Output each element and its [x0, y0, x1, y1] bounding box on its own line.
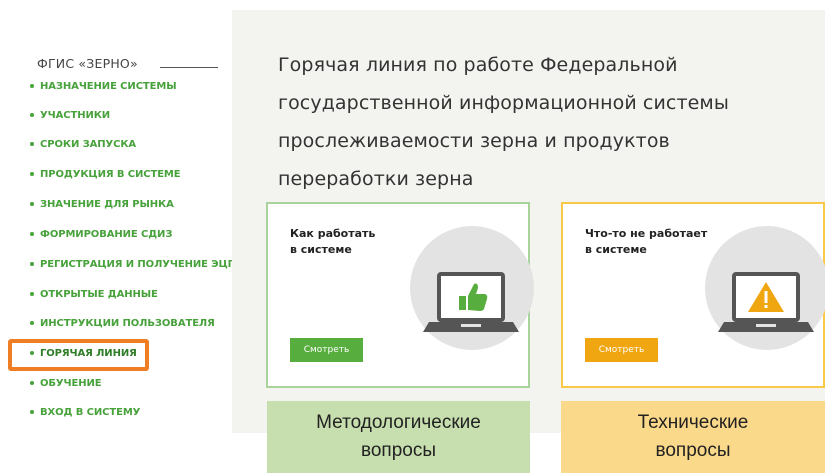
- sidebar-item-login[interactable]: ВХОД В СИСТЕМУ: [27, 404, 140, 420]
- sidebar-item-label: РЕГИСТРАЦИЯ И ПОЛУЧЕНИЕ ЭЦП: [40, 258, 236, 270]
- sidebar-item-launch-dates[interactable]: СРОКИ ЗАПУСКА: [27, 136, 136, 152]
- bullet-icon: [30, 232, 34, 236]
- card-not-working[interactable]: Что-то не работает в системе Смотреть: [561, 202, 825, 388]
- bullet-icon: [30, 410, 34, 414]
- caption-line: вопросы: [360, 440, 436, 461]
- page-title-line: государственной информационной системы: [278, 92, 729, 114]
- bullet-icon: [30, 321, 34, 325]
- card-how-to-work[interactable]: Как работать в системе Смотреть: [266, 202, 534, 388]
- sidebar-item-label: ОБУЧЕНИЕ: [40, 377, 102, 389]
- bullet-icon: [30, 292, 34, 296]
- sidebar-item-label: ОТКРЫТЫЕ ДАННЫЕ: [40, 288, 158, 300]
- sidebar-item-label: ПРОДУКЦИЯ В СИСТЕМЕ: [40, 168, 181, 180]
- card-title-line: в системе: [585, 243, 647, 256]
- bullet-icon: [30, 113, 34, 117]
- sidebar: ФГИС «ЗЕРНО» НАЗНАЧЕНИЕ СИСТЕМЫ УЧАСТНИК…: [0, 0, 236, 473]
- card-title-line: Как работать: [290, 227, 376, 240]
- page-title: Горячая линия по работе Федеральной госу…: [278, 46, 798, 198]
- brand-divider: [160, 67, 218, 68]
- sidebar-item-instructions[interactable]: ИНСТРУКЦИИ ПОЛЬЗОВАТЕЛЯ: [27, 315, 215, 331]
- card-title-line: Что-то не работает: [585, 227, 708, 240]
- sidebar-item-label: ИНСТРУКЦИИ ПОЛЬЗОВАТЕЛЯ: [40, 317, 215, 329]
- view-button[interactable]: Смотреть: [290, 338, 363, 362]
- caption-technical: Технические вопросы: [561, 401, 825, 473]
- sidebar-item-training[interactable]: ОБУЧЕНИЕ: [27, 375, 102, 391]
- caption-methodological: Методологические вопросы: [267, 401, 530, 473]
- caption-line: Технические: [637, 412, 749, 433]
- sidebar-item-label: ВХОД В СИСТЕМУ: [40, 406, 141, 418]
- active-item-highlight: [8, 339, 149, 371]
- caption-line: Методологические: [316, 412, 481, 433]
- page-title-line: прослеживаемости зерна и продуктов: [278, 130, 670, 152]
- sidebar-item-participants[interactable]: УЧАСТНИКИ: [27, 107, 110, 123]
- card-title: Как работать в системе: [290, 226, 375, 258]
- caption-line: вопросы: [655, 440, 731, 461]
- sidebar-item-label: ФОРМИРОВАНИЕ СДИЗ: [40, 228, 173, 240]
- bullet-icon: [30, 142, 34, 146]
- sidebar-item-label: УЧАСТНИКИ: [40, 109, 111, 121]
- sidebar-item-market-value[interactable]: ЗНАЧЕНИЕ ДЛЯ РЫНКА: [27, 196, 174, 212]
- bullet-icon: [30, 172, 34, 176]
- card-title-line: в системе: [290, 243, 352, 256]
- sidebar-item-label: НАЗНАЧЕНИЕ СИСТЕМЫ: [40, 80, 177, 92]
- sidebar-item-purpose[interactable]: НАЗНАЧЕНИЕ СИСТЕМЫ: [27, 78, 177, 94]
- bullet-icon: [30, 381, 34, 385]
- card-title: Что-то не работает в системе: [585, 226, 707, 258]
- view-button[interactable]: Смотреть: [585, 338, 658, 362]
- sidebar-item-registration[interactable]: РЕГИСТРАЦИЯ И ПОЛУЧЕНИЕ ЭЦП: [27, 256, 236, 272]
- brand-title: ФГИС «ЗЕРНО»: [37, 56, 138, 71]
- sidebar-item-label: ЗНАЧЕНИЕ ДЛЯ РЫНКА: [40, 198, 174, 210]
- page-title-line: переработки зерна: [278, 168, 474, 190]
- sidebar-item-products[interactable]: ПРОДУКЦИЯ В СИСТЕМЕ: [27, 166, 181, 182]
- bullet-icon: [30, 84, 34, 88]
- laptop-warning-icon: [718, 272, 814, 332]
- laptop-thumbs-up-icon: [423, 272, 519, 332]
- bullet-icon: [30, 262, 34, 266]
- sidebar-item-open-data[interactable]: ОТКРЫТЫЕ ДАННЫЕ: [27, 286, 158, 302]
- page-title-line: Горячая линия по работе Федеральной: [278, 54, 678, 76]
- bullet-icon: [30, 202, 34, 206]
- sidebar-item-label: СРОКИ ЗАПУСКА: [40, 138, 137, 150]
- sidebar-item-sdiz[interactable]: ФОРМИРОВАНИЕ СДИЗ: [27, 226, 172, 242]
